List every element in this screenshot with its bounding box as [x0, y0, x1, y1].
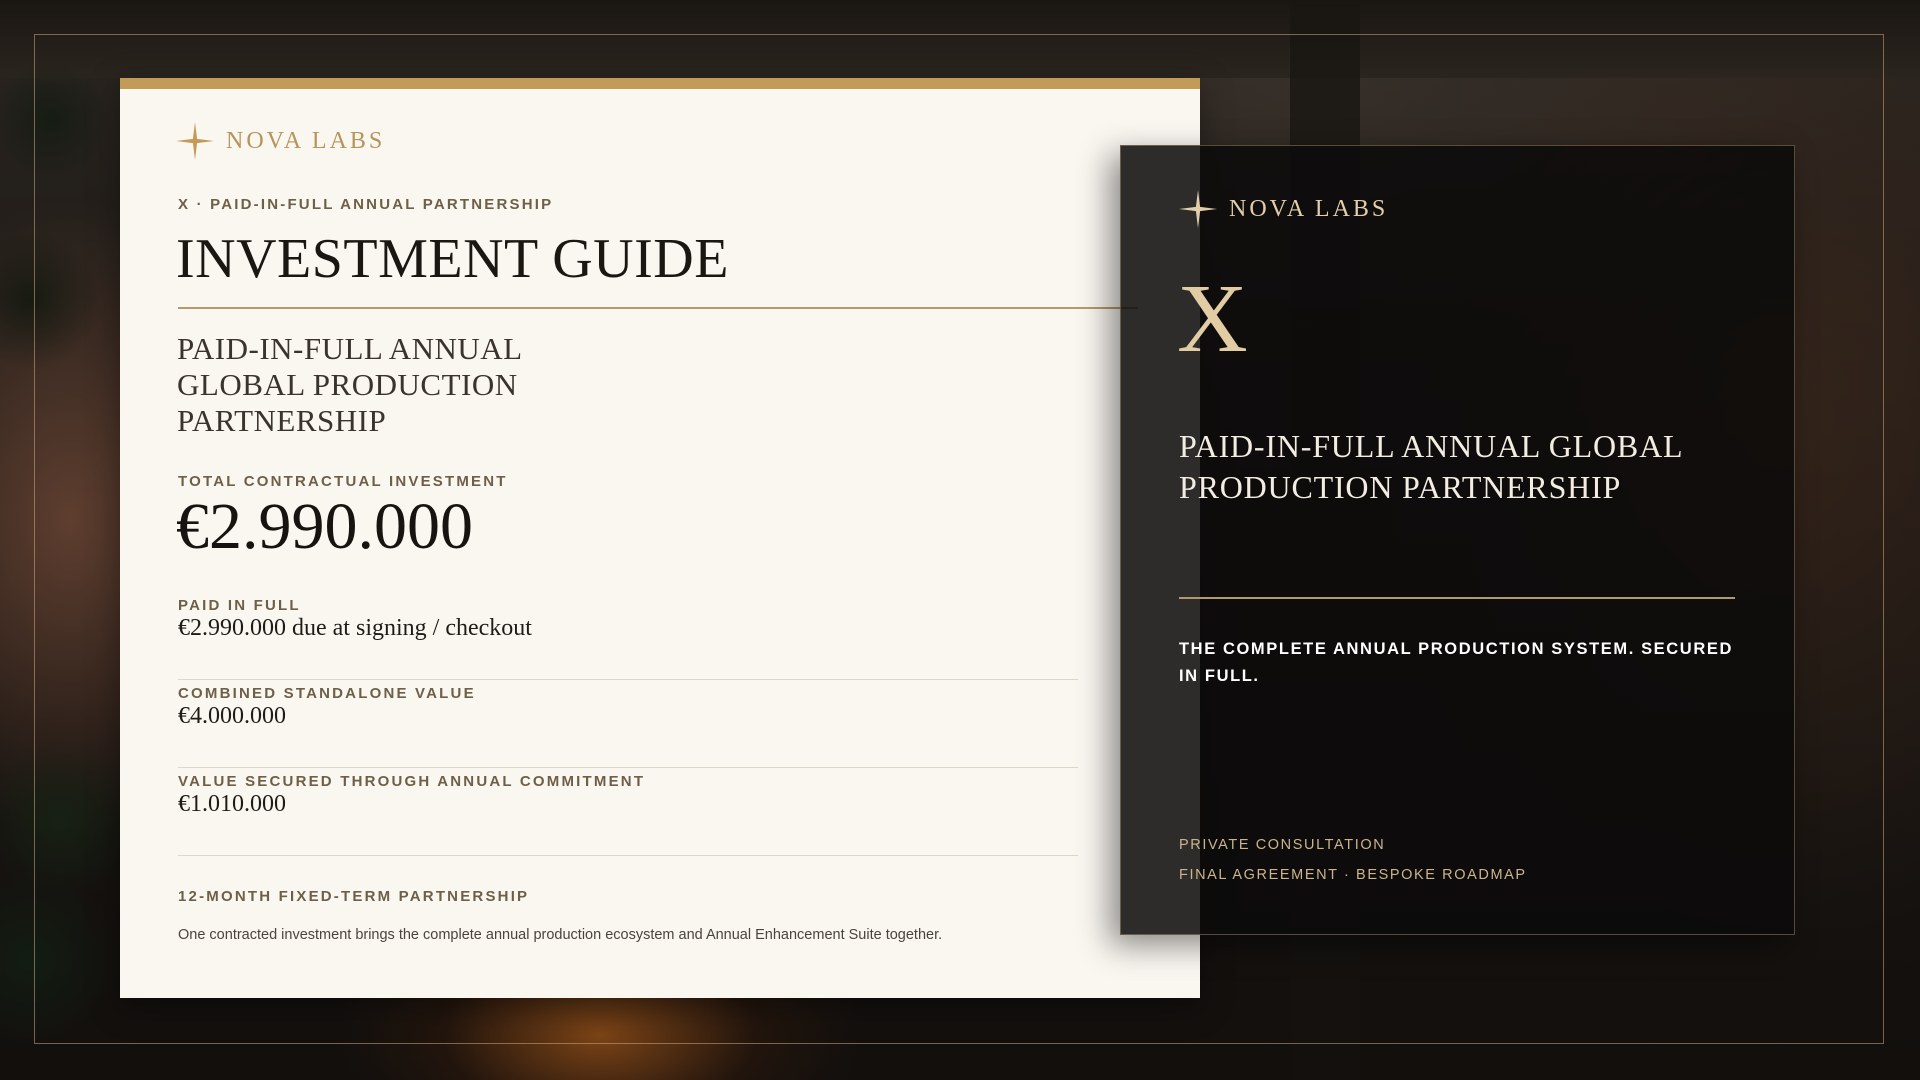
- brand-name: NOVA LABS: [1229, 195, 1389, 222]
- secured-value-label: VALUE SECURED THROUGH ANNUAL COMMITMENT: [178, 773, 646, 790]
- brand-name: NOVA LABS: [226, 127, 386, 154]
- term-note: One contracted investment brings the com…: [178, 927, 943, 943]
- guide-subtitle: PAID-IN-FULL ANNUAL GLOBAL PRODUCTION PA…: [177, 331, 522, 438]
- investment-guide-card: NOVA LABS X · PAID-IN-FULL ANNUAL PARTNE…: [120, 78, 1200, 998]
- panel-brand-logo: NOVA LABS: [1179, 190, 1388, 228]
- section-divider: [178, 855, 1078, 856]
- sparkle-star-icon: [176, 122, 214, 160]
- panel-subtitle: PAID-IN-FULL ANNUAL GLOBAL PRODUCTION PA…: [1179, 428, 1683, 505]
- sparkle-star-icon: [1179, 190, 1217, 228]
- term-label: 12-MONTH FIXED-TERM PARTNERSHIP: [178, 888, 530, 905]
- title-divider: [178, 307, 1138, 309]
- panel-footer-agreement: FINAL AGREEMENT · BESPOKE ROADMAP: [1179, 867, 1527, 883]
- summary-panel: NOVA LABS X PAID-IN-FULL ANNUAL GLOBAL P…: [1120, 145, 1795, 935]
- total-investment-label: TOTAL CONTRACTUAL INVESTMENT: [178, 473, 508, 490]
- panel-tagline: THE COMPLETE ANNUAL PRODUCTION SYSTEM. S…: [1179, 640, 1733, 685]
- standalone-value: €4.000.000: [178, 703, 286, 729]
- guide-eyebrow: X · PAID-IN-FULL ANNUAL PARTNERSHIP: [178, 196, 554, 213]
- panel-monogram: X: [1177, 265, 1248, 373]
- brand-logo: NOVA LABS: [176, 122, 385, 160]
- panel-footer-consultation: PRIVATE CONSULTATION: [1179, 837, 1386, 853]
- total-investment-amount: €2.990.000: [176, 490, 473, 563]
- section-divider: [178, 679, 1078, 680]
- panel-divider: [1179, 597, 1735, 599]
- secured-value: €1.010.000: [178, 791, 286, 817]
- paid-in-full-value: €2.990.000 due at signing / checkout: [178, 615, 532, 641]
- paid-in-full-label: PAID IN FULL: [178, 597, 301, 614]
- section-divider: [178, 767, 1078, 768]
- standalone-value-label: COMBINED STANDALONE VALUE: [178, 685, 476, 702]
- page-title: INVESTMENT GUIDE: [176, 228, 729, 290]
